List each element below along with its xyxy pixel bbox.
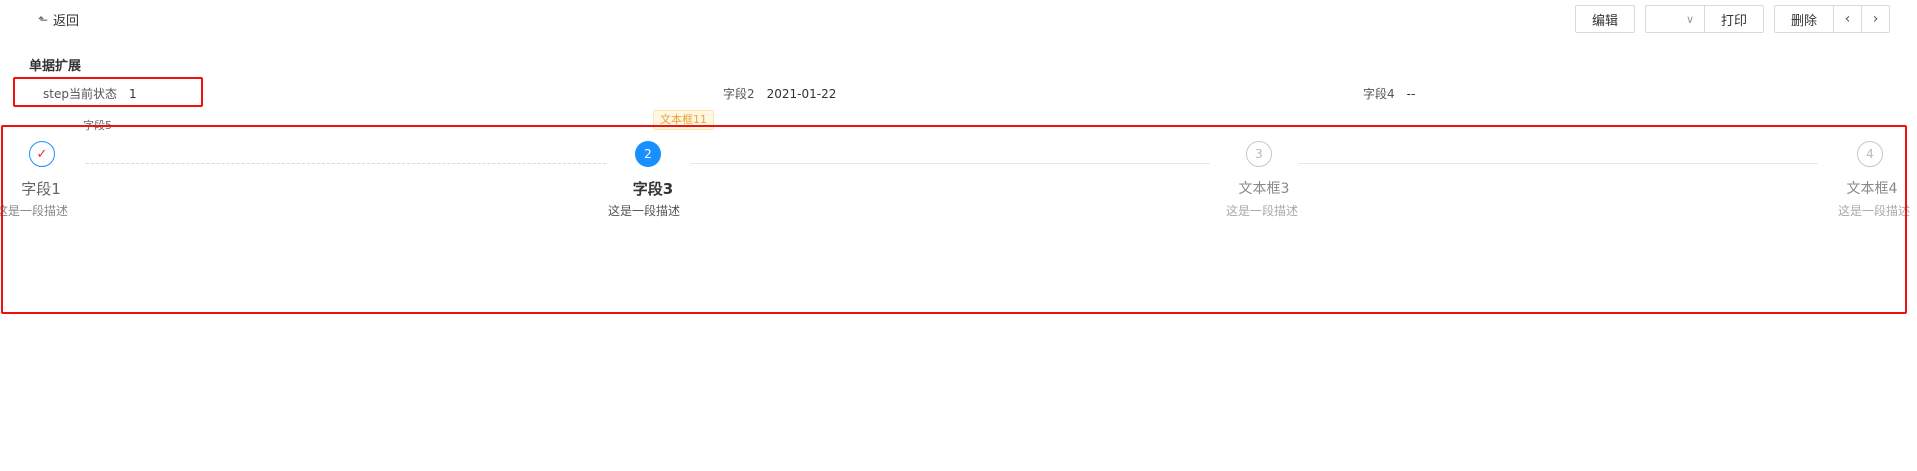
step-description: 这是一段描述 [0,204,69,218]
step-icon: 2 [635,141,661,167]
step-connector [1298,163,1818,164]
field-label: 字段2 [723,87,755,101]
edit-button[interactable]: 编辑 [1575,5,1635,33]
step-description: 这是一段描述 [1225,204,1299,218]
field-label: 字段4 [1363,87,1395,101]
check-icon: ✓ [36,146,48,162]
back-label: 返回 [53,14,80,29]
step-icon: ✓ [29,141,55,167]
field-2: 字段2 2021-01-22 [723,86,836,102]
back-link[interactable]: ⬑ 返回 [38,10,80,30]
highlight-box-steps [1,125,1907,314]
text-box-tag: 文本框11 [653,110,714,130]
chevron-left-icon: ‹ [1844,11,1851,27]
step-description: 这是一段描述 [1837,204,1911,218]
return-arrow-icon: ⬑ [38,12,49,27]
chevron-right-icon: › [1872,11,1879,27]
field-value: -- [1406,87,1416,101]
print-button[interactable]: 打印 [1704,5,1764,33]
step-icon: 4 [1857,141,1883,167]
step-connector [86,163,606,164]
chevron-down-icon: ∨ [1685,12,1694,26]
step-title: 字段3 [632,180,674,198]
section-title: 单据扩展 [29,59,82,74]
print-template-select[interactable]: ∨ [1645,5,1705,33]
step-connector [690,163,1210,164]
record-nav-group: 删除 ‹ › [1774,5,1890,33]
field-value: 2021-01-22 [766,87,837,101]
field-4: 字段4 -- [1363,86,1415,102]
toolbar: 编辑 ∨ 打印 删除 ‹ › [1575,5,1890,33]
prev-record-button[interactable]: ‹ [1833,5,1862,33]
print-group: ∨ 打印 [1645,5,1764,33]
delete-button[interactable]: 删除 [1774,5,1834,33]
step-description: 这是一段描述 [607,204,681,218]
field-step-status: step当前状态 1 [43,86,137,102]
step-title: 字段1 [21,180,61,198]
step-title: 文本框3 [1238,181,1290,197]
field-value: 1 [128,87,137,101]
next-record-button[interactable]: › [1861,5,1890,33]
field-label: step当前状态 [43,87,117,101]
field-5-label: 字段5 [83,119,112,132]
step-title: 文本框4 [1846,181,1898,197]
step-icon: 3 [1246,141,1272,167]
